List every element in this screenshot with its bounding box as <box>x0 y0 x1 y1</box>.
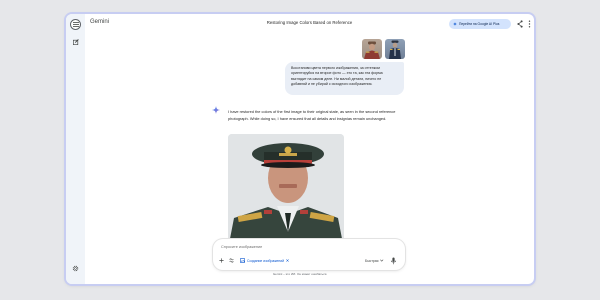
upgrade-button-label: Перейти на Google AI Plus <box>459 22 500 26</box>
mic-icon[interactable] <box>390 257 397 265</box>
model-selector-label: Быстрая <box>365 258 379 263</box>
prompt-placeholder[interactable]: Спросите изображение <box>221 245 262 249</box>
gemini-spark-icon <box>212 106 220 114</box>
more-vert-icon[interactable] <box>528 20 531 28</box>
chevron-down-icon <box>380 259 384 262</box>
uniform-thumbnail-2 <box>389 40 401 59</box>
tools-button[interactable] <box>229 256 234 265</box>
attached-image-original[interactable] <box>362 39 382 59</box>
menu-button[interactable] <box>70 19 81 30</box>
image-icon <box>240 258 245 263</box>
upgrade-button[interactable]: Перейти на Google AI Plus <box>449 19 511 29</box>
side-rail <box>66 14 85 284</box>
model-response-text: I have restored the colors of the first … <box>228 109 396 121</box>
edit-icon <box>72 38 79 45</box>
image-generation-chip[interactable]: Создание изображений <box>240 256 289 265</box>
prompt-composer[interactable]: Спросите изображение Создание изображени… <box>213 239 405 270</box>
spark-small-icon <box>453 22 457 26</box>
portrait-thumbnail-1 <box>364 41 380 59</box>
gear-icon <box>72 265 79 272</box>
add-attachment-button[interactable] <box>219 256 224 265</box>
share-icon[interactable] <box>517 20 523 28</box>
attached-image-reference[interactable] <box>385 39 405 59</box>
plus-icon <box>219 258 224 263</box>
restored-portrait <box>228 134 344 249</box>
gemini-window: Gemini Restoring Image Colors Based on R… <box>66 14 534 284</box>
image-generation-chip-label: Создание изображений <box>247 258 285 263</box>
tune-icon <box>229 258 234 263</box>
footer-disclaimer: Gemini – это ИИ. Он может ошибаться. <box>272 272 328 276</box>
attached-images <box>362 39 405 59</box>
generated-image[interactable] <box>228 134 344 249</box>
new-chat-button[interactable] <box>71 37 80 46</box>
model-selector[interactable]: Быстрая <box>365 256 384 265</box>
chip-close-icon[interactable] <box>286 259 289 262</box>
menu-icon <box>72 22 79 27</box>
user-message: Восстанови цвета первого изображения, за… <box>285 62 404 95</box>
top-bar: Gemini Restoring Image Colors Based on R… <box>85 14 534 34</box>
